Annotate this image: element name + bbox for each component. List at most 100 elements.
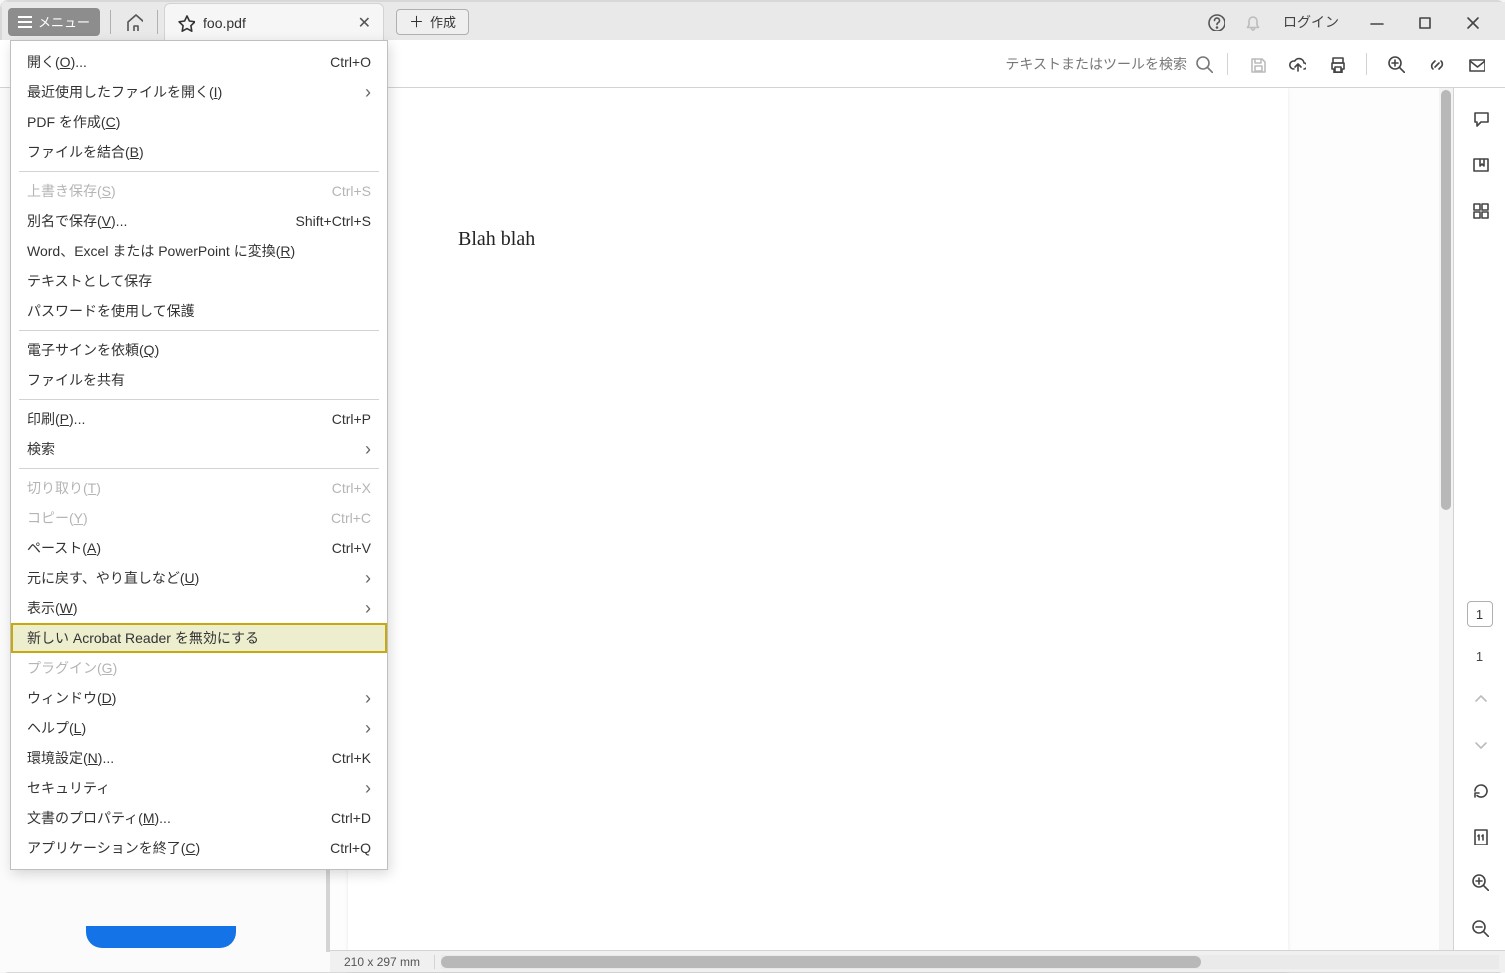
menu-item[interactable]: 検索 › [11,434,387,464]
window-close[interactable] [1449,2,1495,42]
menu-item-label: PDF を作成(C) [27,112,120,132]
menu-item-shortcut: Ctrl+C [331,510,371,526]
menu-item-shortcut: Ctrl+V [332,540,371,556]
menu-item[interactable]: ファイルを共有 [11,365,387,395]
search-icon [1195,55,1213,73]
menu-separator [19,330,379,331]
menu-item[interactable]: パスワードを使用して保護 [11,296,387,326]
menu-item-label: 印刷(P)... [27,409,85,429]
menu-item-shortcut: Ctrl+K [332,750,371,766]
page-down-button[interactable] [1468,732,1492,756]
create-button[interactable]: ＋ 作成 [396,9,469,35]
page-text: Blah blah [348,88,1288,251]
page: Blah blah [348,88,1288,972]
comment-button[interactable] [1468,106,1492,130]
create-button-label: 作成 [430,12,456,31]
print-button[interactable] [1322,49,1352,79]
menu-item-shortcut: Ctrl+D [331,810,371,826]
bookmark-button[interactable] [1468,152,1492,176]
menu-item[interactable]: アプリケーションを終了(C)Ctrl+Q [11,833,387,863]
zoom-out-button[interactable] [1468,916,1492,940]
page-up-button[interactable] [1468,686,1492,710]
menu-item[interactable]: 環境設定(N)...Ctrl+K [11,743,387,773]
window-minimize[interactable] [1353,2,1399,42]
menu-item[interactable]: 元に戻す、やり直しなど(U)› [11,563,387,593]
add-tool-button[interactable] [1381,49,1411,79]
document-canvas: Blah blah [330,88,1453,972]
menu-item-label: 検索 [27,439,55,459]
menu-item-label: 最近使用したファイルを開く(I) [27,82,222,102]
titlebar: メニュー foo.pdf ✕ ＋ 作成 ログイン [2,2,1505,42]
total-pages: 1 [1476,649,1483,664]
rotate-button[interactable] [1468,778,1492,802]
search-box[interactable]: テキストまたはツールを検索 [1005,54,1213,74]
bookmark-icon [1471,155,1489,173]
menu-item[interactable]: テキストとして保存 [11,266,387,296]
vertical-scrollbar[interactable] [1439,88,1453,972]
plus-icon: ＋ [409,11,424,32]
maximize-icon [1415,13,1433,31]
menu-separator [19,468,379,469]
tab-close-button[interactable]: ✕ [358,13,371,33]
menu-item[interactable]: Word、Excel または PowerPoint に変換(R) [11,236,387,266]
mail-button[interactable] [1461,49,1491,79]
link-button[interactable] [1421,49,1451,79]
menu-item[interactable]: 表示(W)› [11,593,387,623]
page-dimensions: 210 x 297 mm [330,955,435,969]
menu-item-label: ファイルを共有 [27,370,125,390]
chevron-right-icon: › [365,568,371,589]
help-button[interactable] [1199,5,1233,39]
menu-item[interactable]: 最近使用したファイルを開く(I)› [11,77,387,107]
floating-action[interactable] [86,926,236,948]
menu-item-shortcut: Ctrl+P [332,411,371,427]
menu-button[interactable]: メニュー [8,8,100,36]
menu-item[interactable]: 開く(O)...Ctrl+O [11,47,387,77]
document-tab[interactable]: foo.pdf ✕ [164,3,384,42]
window-maximize[interactable] [1401,2,1447,42]
menu-item-label: パスワードを使用して保護 [27,301,195,321]
menu-item[interactable]: 印刷(P)... Ctrl+P [11,404,387,434]
menu-item: 切り取り(T)Ctrl+X [11,473,387,503]
menu-item-label: 電子サインを依頼(Q) [27,340,159,360]
grid-icon [1471,201,1489,219]
menu-item[interactable]: ヘルプ(L)› [11,713,387,743]
cloud-upload-button[interactable] [1282,49,1312,79]
grid-view-button[interactable] [1468,198,1492,222]
home-button[interactable] [117,5,151,39]
horizontal-scrollbar[interactable] [441,955,1499,969]
menu-item[interactable]: ウィンドウ(D)› [11,683,387,713]
menu-item[interactable]: 別名で保存(V)...Shift+Ctrl+S [11,206,387,236]
separator [1227,53,1228,75]
menu-item[interactable]: PDF を作成(C) [11,107,387,137]
menu-item[interactable]: 文書のプロパティ(M)...Ctrl+D [11,803,387,833]
menu-item[interactable]: セキュリティ› [11,773,387,803]
vertical-scroll-thumb[interactable] [1441,90,1451,510]
menu-separator [19,171,379,172]
chevron-right-icon: › [365,439,371,460]
menu-item[interactable]: 新しい Acrobat Reader を無効にする [11,623,387,653]
right-rail: 1 1 [1453,88,1505,972]
menu-item-label: テキストとして保存 [27,271,152,291]
notifications-button[interactable] [1235,5,1269,39]
menu-item-label: プラグイン(G) [27,658,117,678]
current-page-input[interactable]: 1 [1467,601,1493,627]
comment-icon [1471,109,1489,127]
menu-button-label: メニュー [38,12,90,31]
menu-item[interactable]: ファイルを結合(B) [11,137,387,167]
menu-item[interactable]: 電子サインを依頼(Q) [11,335,387,365]
menu-item-label: 開く(O)... [27,52,87,72]
menu-item-label: ペースト(A) [27,538,101,558]
menu-item-label: 別名で保存(V)... [27,211,127,231]
rotate-icon [1471,781,1489,799]
zoom-in-button[interactable] [1468,870,1492,894]
menu-item[interactable]: ペースト(A) Ctrl+V [11,533,387,563]
cloud-upload-icon [1288,55,1306,73]
login-button[interactable]: ログイン [1271,12,1351,32]
save-button[interactable] [1242,49,1272,79]
close-icon [1463,13,1481,31]
chevron-up-icon [1471,689,1489,707]
actual-size-button[interactable] [1468,824,1492,848]
horizontal-scroll-thumb[interactable] [441,956,1201,968]
chevron-right-icon: › [365,688,371,709]
main-menu: 開く(O)...Ctrl+O最近使用したファイルを開く(I)›PDF を作成(C… [10,40,388,870]
